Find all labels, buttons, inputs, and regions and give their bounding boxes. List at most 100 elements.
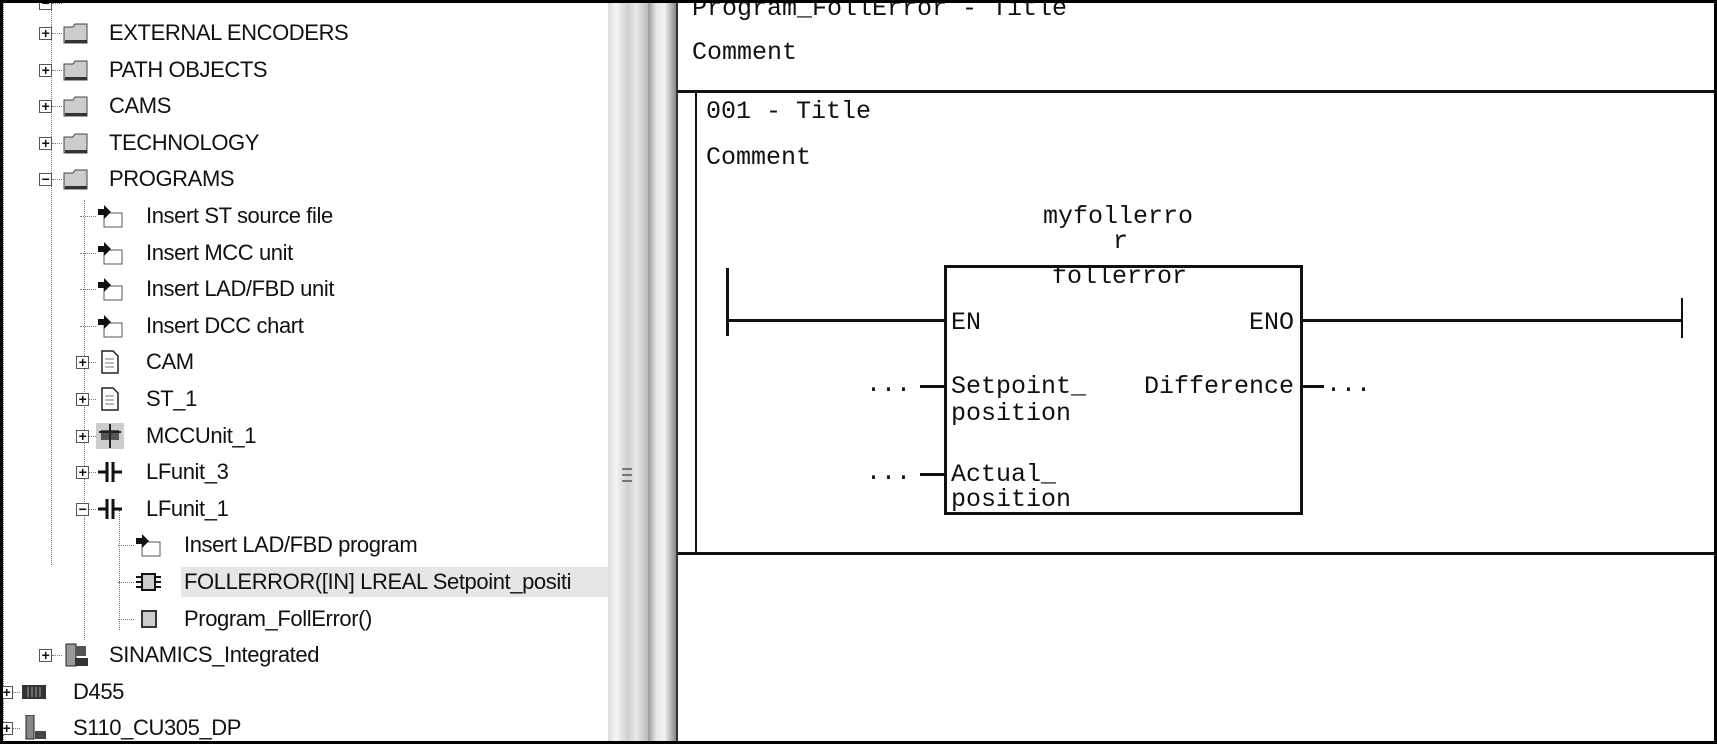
function-block-follerror[interactable]: follerror EN ENO Setpoint_ position Diff…: [944, 262, 1303, 515]
tree-item[interactable]: + EXTERNAL ENCODERS: [0, 16, 608, 50]
tree-item[interactable]: Insert LAD/FBD program: [0, 528, 608, 562]
folder-icon: [62, 166, 90, 192]
expand-icon[interactable]: +: [76, 429, 89, 443]
tree-item[interactable]: + CAM: [0, 345, 608, 379]
pin-setpoint-line2: position: [951, 399, 1072, 428]
tree-item[interactable]: Insert LAD/FBD unit: [0, 272, 608, 306]
tree-item[interactable]: + ST_1: [0, 382, 608, 416]
program-icon: [134, 606, 162, 632]
tree-item-label[interactable]: MCCUnit_1: [143, 421, 259, 451]
expand-icon[interactable]: +: [76, 392, 89, 406]
tree-item[interactable]: − LFunit_1: [0, 492, 608, 526]
tree-item[interactable]: + S110_CU305_DP: [0, 711, 608, 744]
tree-item[interactable]: Program_FollError(): [0, 602, 608, 636]
tree-item-label[interactable]: LFunit_3: [143, 457, 231, 487]
folder-icon: [62, 93, 90, 119]
tree-item-label[interactable]: ST_1: [143, 384, 200, 414]
expand-icon[interactable]: +: [39, 136, 52, 150]
network-left-border: [695, 90, 697, 553]
tree-item-label[interactable]: S110_CU305_DP: [70, 713, 244, 743]
tree-connector: [118, 545, 134, 547]
tree-item-label[interactable]: FOLLERROR([IN] LREAL Setpoint_positi: [181, 567, 608, 597]
tree-item[interactable]: FOLLERROR([IN] LREAL Setpoint_positi: [0, 565, 608, 599]
tree-item-label[interactable]: PATH OBJECTS: [106, 55, 270, 85]
setpoint-wire: [920, 385, 945, 388]
tree-item-label[interactable]: TECHNOLOGY: [106, 128, 262, 158]
tree-item-label[interactable]: Insert LAD/FBD program: [181, 530, 420, 560]
drive-icon: [62, 642, 90, 668]
expand-icon[interactable]: +: [39, 26, 52, 40]
tree-connector: [52, 179, 62, 181]
tree-connector: [89, 508, 96, 510]
expand-icon[interactable]: +: [39, 63, 52, 77]
tree-connector: [89, 472, 96, 474]
insert-arrow-icon: [96, 240, 124, 266]
panel-splitter[interactable]: [608, 0, 648, 744]
tree-item-label[interactable]: Insert LAD/FBD unit: [143, 274, 337, 304]
expand-icon[interactable]: +: [76, 355, 89, 370]
editor-left-margin: [648, 0, 676, 744]
collapse-icon[interactable]: −: [39, 0, 52, 10]
tree-item[interactable]: + MCCUnit_1: [0, 419, 608, 453]
collapse-icon[interactable]: −: [39, 172, 52, 187]
right-power-rail: [1681, 298, 1683, 338]
tree-item-label[interactable]: [106, 1, 112, 5]
difference-operand[interactable]: ...: [1326, 370, 1371, 399]
tree-item[interactable]: + CAMS: [0, 89, 608, 123]
tree-connector: [52, 142, 62, 144]
tree-connector: [80, 289, 96, 291]
document-icon: [96, 386, 124, 412]
tree-item[interactable]: + TECHNOLOGY: [0, 126, 608, 160]
expand-icon[interactable]: +: [39, 648, 52, 663]
block-type: follerror: [1052, 262, 1188, 291]
expand-icon[interactable]: +: [0, 721, 13, 736]
tree-item[interactable]: + PATH OBJECTS: [0, 53, 608, 87]
collapse-icon[interactable]: −: [76, 502, 89, 516]
instance-name-wrap: r: [1113, 227, 1129, 256]
tree-item-label[interactable]: LFunit_1: [143, 494, 231, 524]
expand-icon[interactable]: +: [0, 685, 13, 699]
tree-item[interactable]: − PROGRAMS: [0, 162, 608, 196]
project-navigator-tree[interactable]: − + EXTERNAL ENCODERS + PATH OBJECTS + CAMS + TE…: [0, 0, 608, 744]
tree-item[interactable]: + D455: [0, 675, 608, 709]
expand-icon[interactable]: +: [39, 99, 52, 114]
tree-item[interactable]: + LFunit_3: [0, 455, 608, 489]
tree-item-label[interactable]: SINAMICS_Integrated: [106, 640, 322, 670]
device-icon: [62, 0, 90, 16]
program-comment[interactable]: Comment: [692, 38, 797, 67]
actual-operand[interactable]: ...: [866, 458, 911, 487]
network-title[interactable]: 001 - Title: [706, 97, 871, 126]
tree-item-label[interactable]: CAM: [143, 347, 197, 377]
tree-item[interactable]: Insert DCC chart: [0, 309, 608, 343]
insert-arrow-icon: [96, 313, 124, 339]
tree-item-label[interactable]: EXTERNAL ENCODERS: [106, 18, 351, 48]
folder-icon: [62, 57, 90, 83]
tree-item[interactable]: + SINAMICS_Integrated: [0, 638, 608, 672]
network-comment[interactable]: Comment: [706, 143, 811, 172]
tree-item-label[interactable]: Insert MCC unit: [143, 238, 296, 268]
tree-item-label[interactable]: D455: [70, 677, 127, 707]
tree-item-label[interactable]: Insert ST source file: [143, 201, 336, 231]
insert-arrow-icon: [134, 532, 162, 558]
network-bottom-border: [678, 552, 1717, 555]
tree-connector: [52, 106, 62, 108]
folder-icon: [62, 130, 90, 156]
setpoint-operand[interactable]: ...: [866, 370, 911, 399]
tree-item-label[interactable]: CAMS: [106, 91, 174, 121]
program-title[interactable]: Program_FollError - Title: [692, 0, 1067, 23]
tree-item-label[interactable]: Program_FollError(): [181, 604, 375, 634]
splitter-grip-icon[interactable]: [622, 468, 632, 482]
tree-connector: [52, 655, 62, 657]
tree-item[interactable]: Insert ST source file: [0, 199, 608, 233]
expand-icon[interactable]: +: [76, 465, 89, 480]
lad-contact-icon: [96, 459, 124, 485]
tree-item-label[interactable]: Insert DCC chart: [143, 311, 306, 341]
tree-connector: [52, 69, 62, 71]
pin-actual-line2: position: [951, 485, 1072, 514]
pin-difference: Difference: [1143, 372, 1294, 401]
tree-connector: [52, 33, 62, 34]
tree-item[interactable]: Insert MCC unit: [0, 236, 608, 270]
tree-connector: [13, 691, 20, 693]
tree-item-label[interactable]: PROGRAMS: [106, 164, 237, 194]
controller-icon: [20, 679, 48, 705]
